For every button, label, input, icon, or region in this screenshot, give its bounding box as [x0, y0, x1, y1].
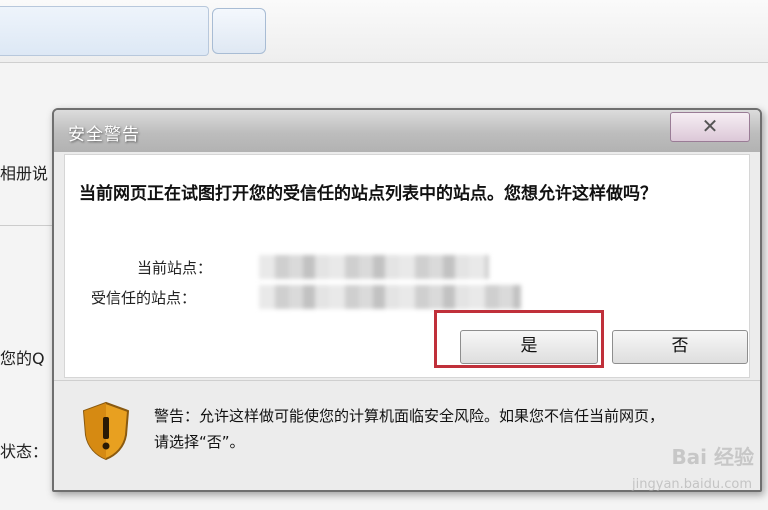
- current-site-value: [259, 255, 489, 279]
- watermark-brand: Bai 经验: [671, 445, 754, 469]
- yes-button[interactable]: 是: [460, 330, 598, 364]
- background-label-status: 状态：: [0, 442, 49, 461]
- background-label-album: 相册说: [0, 164, 49, 183]
- trusted-site-label: 受信任的站点：: [91, 289, 197, 307]
- warning-text: 警告：允许这样做可能使您的计算机面临安全风险。如果您不信任当前网页，请选择“否”…: [154, 407, 665, 451]
- warning-section: 警告：允许这样做可能使您的计算机面临安全风险。如果您不信任当前网页，请选择“否”…: [54, 380, 760, 490]
- shield-warning-icon: [82, 401, 130, 461]
- background-label-qq: 您的Q: [0, 349, 45, 368]
- close-icon: ✕: [701, 114, 719, 138]
- address-field[interactable]: [0, 6, 209, 56]
- dialog-title: 安全警告: [68, 125, 140, 145]
- browser-toolbar: [0, 0, 768, 63]
- no-button[interactable]: 否: [612, 330, 748, 364]
- dialog-titlebar[interactable]: 安全警告 ✕: [54, 110, 760, 152]
- security-warning-dialog: 安全警告 ✕ 当前网页正在试图打开您的受信任的站点列表中的站点。您想允许这样做吗…: [52, 108, 762, 492]
- trusted-site-value: [259, 285, 521, 309]
- watermark-url: jingyan.baidu.com: [632, 477, 752, 492]
- toolbar-button[interactable]: [212, 8, 266, 54]
- current-site-label: 当前站点：: [137, 259, 213, 277]
- divider: [0, 225, 60, 226]
- close-button[interactable]: ✕: [670, 112, 750, 142]
- dialog-message: 当前网页正在试图打开您的受信任的站点列表中的站点。您想允许这样做吗？: [79, 184, 657, 204]
